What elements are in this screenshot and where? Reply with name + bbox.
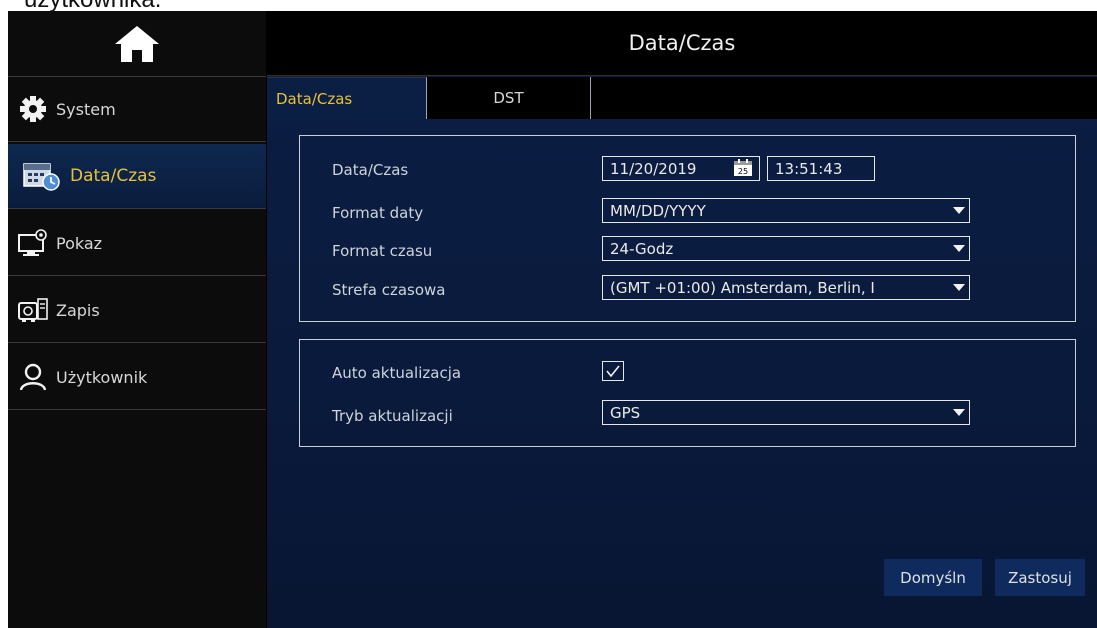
sidebar-item-label: Użytkownik: [56, 367, 148, 387]
time-value: 13:51:43: [775, 159, 843, 178]
update-settings-group: Auto aktualizacja Tryb aktualizacji GPS: [299, 339, 1076, 447]
time-field[interactable]: 13:51:43: [767, 156, 875, 181]
datetime-label: Data/Czas: [332, 161, 409, 179]
calendar-day: 25: [738, 167, 748, 176]
auto-update-checkbox[interactable]: [602, 361, 624, 381]
page-title: Data/Czas: [267, 11, 1097, 76]
update-mode-select[interactable]: GPS: [602, 400, 970, 425]
main-panel: Data/Czas Data/Czas DST Data/Czas 11/20/…: [267, 11, 1097, 628]
sidebar-item-label: System: [56, 99, 116, 119]
gear-icon: [10, 94, 56, 124]
date-format-value: MM/DD/YYYY: [610, 201, 706, 220]
timezone-value: (GMT +01:00) Amsterdam, Berlin, I: [610, 278, 875, 297]
auto-update-label: Auto aktualizacja: [332, 364, 462, 382]
sidebar-item-zapis[interactable]: Zapis: [8, 278, 266, 343]
calendar-icon[interactable]: 25: [733, 159, 753, 177]
home-button[interactable]: [8, 11, 266, 77]
sidebar-item-label: Data/Czas: [70, 166, 157, 186]
monitor-settings-icon: [10, 228, 56, 258]
sidebar-item-pokaz[interactable]: Pokaz: [8, 211, 266, 276]
sidebar: System Data/Czas Pokaz Zapis Użytkownik: [8, 11, 266, 628]
time-format-label: Format czasu: [332, 242, 433, 260]
app-window: System Data/Czas Pokaz Zapis Użytkownik …: [8, 11, 1097, 628]
update-mode-label: Tryb aktualizacji: [332, 407, 453, 425]
home-icon: [115, 25, 159, 62]
calendar-clock-icon: [14, 160, 70, 192]
time-format-select[interactable]: 24-Godz: [602, 236, 970, 261]
date-field[interactable]: 11/20/2019 25: [602, 156, 760, 181]
apply-button[interactable]: Zastosuj: [995, 559, 1085, 596]
sidebar-item-label: Pokaz: [56, 233, 103, 253]
chevron-down-icon: [953, 409, 965, 416]
user-icon: [10, 362, 56, 392]
check-icon: [606, 365, 620, 378]
sidebar-item-uzytkownik[interactable]: Użytkownik: [8, 345, 266, 410]
sidebar-item-label: Zapis: [56, 300, 100, 320]
sidebar-item-data-czas[interactable]: Data/Czas: [8, 144, 266, 209]
time-format-value: 24-Godz: [610, 239, 674, 258]
default-button[interactable]: Domyśln: [884, 559, 982, 596]
sidebar-item-system[interactable]: System: [8, 77, 266, 142]
chevron-down-icon: [953, 207, 965, 214]
date-format-label: Format daty: [332, 204, 424, 222]
record-camera-icon: [10, 295, 56, 325]
tab-data-czas[interactable]: Data/Czas: [267, 77, 427, 119]
tab-dst[interactable]: DST: [427, 77, 591, 119]
update-mode-value: GPS: [610, 403, 641, 422]
chevron-down-icon: [953, 284, 965, 291]
datetime-settings-group: Data/Czas 11/20/2019 25 13:51:43 Format …: [299, 135, 1076, 322]
chevron-down-icon: [953, 245, 965, 252]
timezone-select[interactable]: (GMT +01:00) Amsterdam, Berlin, I: [602, 275, 970, 300]
tab-bar: Data/Czas DST: [267, 77, 1097, 119]
date-value: 11/20/2019: [610, 159, 697, 178]
date-format-select[interactable]: MM/DD/YYYY: [602, 198, 970, 223]
timezone-label: Strefa czasowa: [332, 281, 446, 299]
